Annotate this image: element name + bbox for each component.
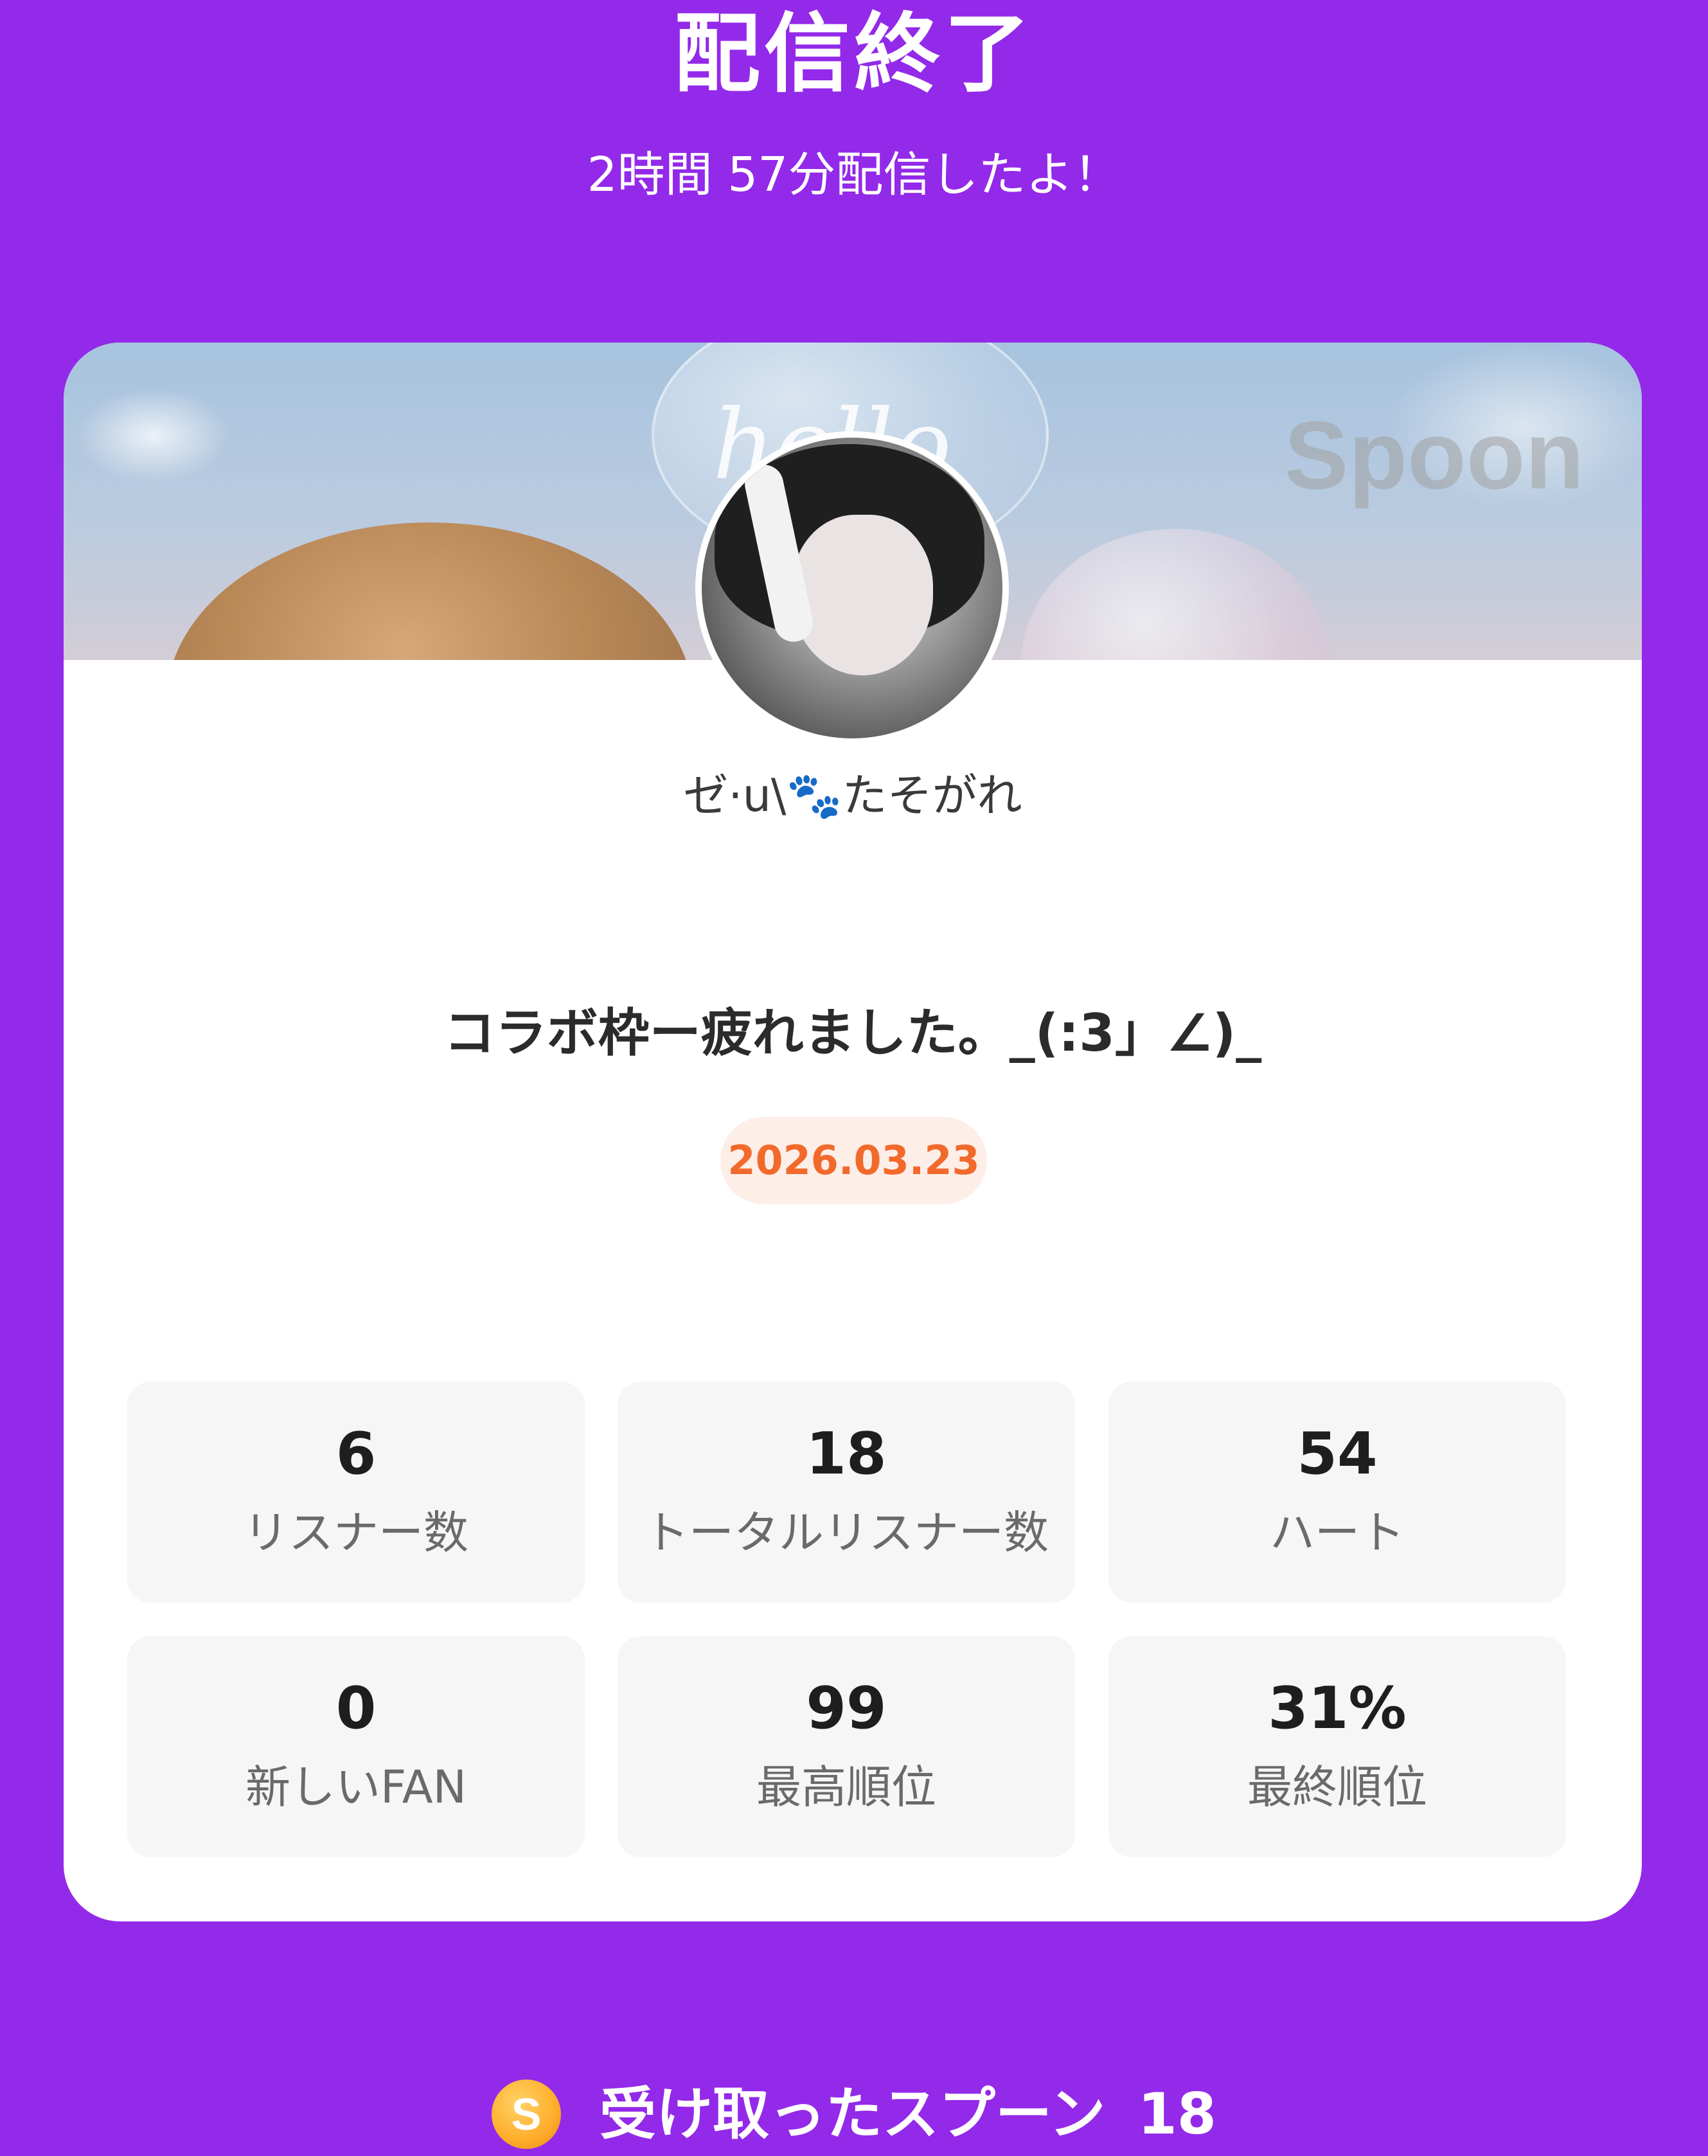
broadcast-summary-card: hello Spoon ゼ·u\🐾たそがれ コラボ枠ー疲れました。_(:3」∠)…: [64, 343, 1642, 1921]
page-title: 配信終了: [673, 4, 1034, 104]
stat-value: 18: [806, 1420, 887, 1488]
username: ゼ·u\🐾たそがれ: [683, 769, 1022, 822]
received-spoons: S 受け取ったスプーン 18: [0, 2072, 1708, 2156]
stat-value: 99: [806, 1675, 887, 1742]
stat-value: 6: [335, 1420, 377, 1488]
received-spoons-label: 受け取ったスプーン: [599, 2081, 1106, 2147]
avatar-image: [702, 438, 1002, 738]
stat-total-listeners: 18 トータルリスナー数: [618, 1382, 1075, 1603]
stat-listeners: 6 リスナー数: [127, 1382, 585, 1603]
stat-hearts: 54 ハート: [1108, 1382, 1566, 1603]
stat-value: 0: [335, 1675, 377, 1742]
stat-label: ハート: [1270, 1506, 1405, 1559]
spoon-watermark: Spoon: [1284, 401, 1584, 509]
stat-value: 54: [1297, 1420, 1378, 1488]
stat-label: 新しいFAN: [245, 1761, 467, 1813]
banner-bubble: [1021, 529, 1330, 660]
stat-value: 31%: [1268, 1675, 1407, 1742]
avatar[interactable]: [695, 431, 1009, 745]
broadcast-title: コラボ枠ー疲れました。_(:3」∠)_: [443, 1003, 1262, 1063]
broadcast-duration: 2時間 57分配信したよ！: [587, 147, 1121, 202]
date-badge: 2026.03.23: [720, 1117, 987, 1204]
banner-cat-illustration: [166, 522, 693, 660]
banner-cloud: [76, 388, 231, 484]
stat-highest-rank: 99 最高順位: [618, 1636, 1075, 1857]
stat-label: トータルリスナー数: [644, 1506, 1049, 1559]
stat-label: 最高順位: [756, 1761, 936, 1813]
stat-label: 最終順位: [1247, 1761, 1427, 1813]
received-spoons-count: 18: [1137, 2081, 1217, 2147]
stat-new-fans: 0 新しいFAN: [127, 1636, 585, 1857]
stat-final-rank: 31% 最終順位: [1108, 1636, 1566, 1857]
stat-label: リスナー数: [244, 1506, 468, 1559]
spoon-coin-icon: S: [491, 2080, 561, 2149]
